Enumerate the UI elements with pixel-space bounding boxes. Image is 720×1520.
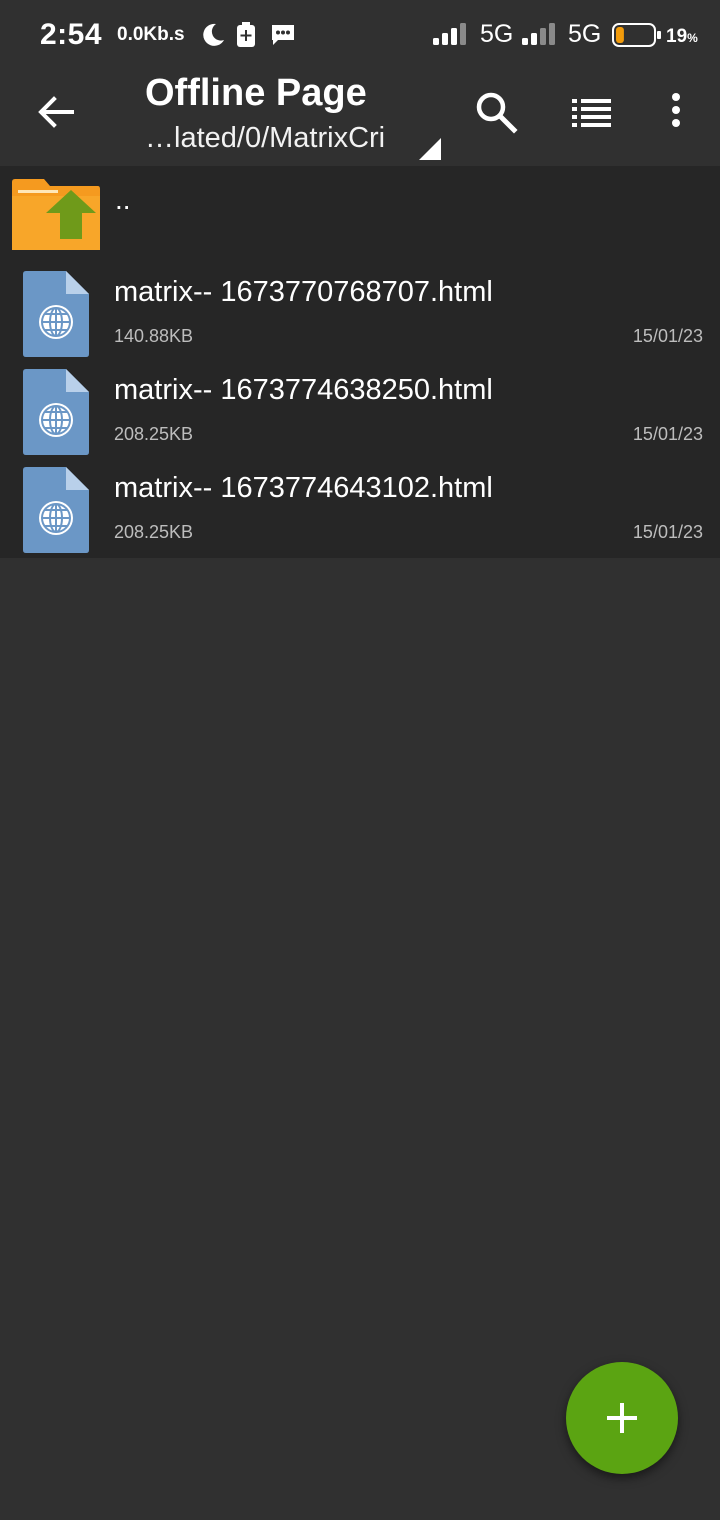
file-list: .. matrix-- 1673770768707.html 140.88KB … — [0, 166, 720, 558]
folder-up-icon — [10, 178, 102, 257]
list-item[interactable]: matrix-- 1673774643102.html 208.25KB 15/… — [0, 460, 720, 558]
file-name: matrix-- 1673774643102.html — [114, 472, 493, 504]
moon-icon — [200, 22, 226, 53]
sim2-network-type: 5G — [568, 20, 602, 48]
sim1-network-type: 5G — [480, 20, 514, 48]
html-file-icon — [22, 466, 90, 559]
more-vert-icon[interactable] — [664, 90, 688, 134]
parent-directory-item[interactable]: .. — [0, 166, 720, 262]
file-date: 15/01/23 — [632, 522, 703, 542]
file-size: 140.88KB — [114, 326, 194, 346]
file-name: matrix-- 1673770768707.html — [114, 276, 493, 308]
status-bar: 2:54 0.0Kb.s 5G 5G 19% — [0, 0, 720, 68]
parent-directory-label: .. — [115, 184, 131, 215]
file-size: 208.25KB — [114, 522, 194, 542]
signal-icon — [433, 23, 471, 50]
list-view-icon[interactable] — [570, 94, 614, 130]
dropdown-triangle-icon[interactable] — [419, 138, 441, 165]
plus-icon — [607, 1403, 637, 1433]
file-size: 208.25KB — [114, 424, 194, 444]
battery-icon — [612, 23, 662, 52]
path-breadcrumb[interactable]: …lated/0/MatrixCri — [145, 122, 385, 155]
search-icon[interactable] — [474, 90, 518, 134]
add-fab-button[interactable] — [566, 1362, 678, 1474]
file-date: 15/01/23 — [632, 424, 703, 444]
file-name: matrix-- 1673774638250.html — [114, 374, 493, 406]
html-file-icon — [22, 368, 90, 461]
list-item[interactable]: matrix-- 1673774638250.html 208.25KB 15/… — [0, 362, 720, 460]
battery-saver-icon — [236, 22, 256, 53]
back-arrow-icon[interactable] — [36, 92, 76, 132]
net-speed: 0.0Kb.s — [117, 24, 185, 45]
status-time: 2:54 — [40, 18, 103, 51]
signal-icon — [522, 23, 560, 50]
html-file-icon — [22, 270, 90, 363]
list-item[interactable]: matrix-- 1673770768707.html 140.88KB 15/… — [0, 264, 720, 362]
message-icon — [270, 23, 296, 52]
battery-percent: 19% — [666, 26, 698, 47]
toolbar: Offline Page …lated/0/MatrixCri — [0, 68, 720, 166]
file-date: 15/01/23 — [632, 326, 703, 346]
page-title: Offline Page — [145, 72, 367, 114]
